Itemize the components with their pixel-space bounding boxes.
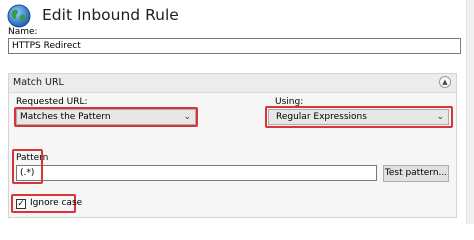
pattern-highlight (12, 149, 43, 184)
ignore-case-label[interactable]: Ignore case (30, 198, 82, 209)
name-input[interactable]: HTTPS Redirect (8, 38, 461, 54)
test-pattern-button[interactable]: Test pattern... (383, 165, 449, 182)
page-title: Edit Inbound Rule (42, 6, 179, 24)
using-highlight (265, 106, 453, 128)
requested-url-highlight (14, 107, 198, 127)
ignore-case-checkbox[interactable]: ✓ (16, 199, 26, 209)
match-url-title: Match URL (13, 77, 64, 88)
vertical-scrollbar[interactable] (466, 0, 474, 224)
globe-icon (6, 3, 32, 29)
name-label: Name: (8, 27, 38, 37)
pattern-input[interactable]: (.*) (16, 165, 377, 181)
match-url-header[interactable] (9, 74, 456, 93)
chevron-up-icon[interactable]: ▲ (439, 76, 451, 88)
